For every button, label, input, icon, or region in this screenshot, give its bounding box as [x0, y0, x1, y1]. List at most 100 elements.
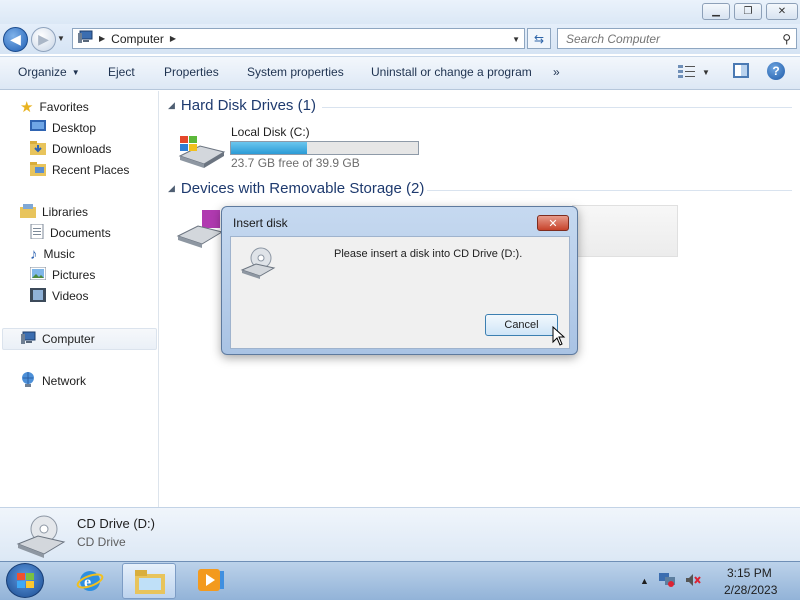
nav-pictures-label: Pictures — [52, 268, 96, 282]
hard-drive-windows-icon — [176, 134, 226, 173]
nav-music[interactable]: ♪ Music — [30, 244, 75, 264]
breadcrumb-arrow-icon[interactable]: ▶ — [170, 34, 176, 43]
cd-drive-d-item-selected[interactable] — [572, 205, 678, 257]
nav-recent-places[interactable]: Recent Places — [30, 160, 129, 180]
help-button[interactable]: ? — [767, 62, 785, 80]
back-arrow-icon: ◀ — [10, 31, 21, 47]
show-hidden-icons-icon[interactable]: ▲ — [640, 576, 649, 586]
nav-libraries-label: Libraries — [42, 205, 89, 219]
downloads-folder-icon — [30, 140, 46, 158]
nav-desktop[interactable]: Desktop — [30, 118, 96, 138]
computer-icon — [20, 331, 36, 348]
search-box[interactable]: ⚲ — [557, 28, 797, 49]
star-icon: ★ — [20, 99, 34, 116]
system-properties-button[interactable]: System properties — [247, 63, 344, 81]
dialog-message: Please insert a disk into CD Drive (D:). — [334, 248, 523, 260]
clock-date[interactable]: 2/28/2023 — [724, 583, 777, 597]
recent-places-icon — [30, 161, 46, 179]
forward-button[interactable]: ▶ — [31, 27, 56, 52]
preview-pane-button[interactable] — [733, 63, 749, 78]
network-icon — [20, 372, 36, 390]
volume-muted-icon[interactable] — [685, 573, 701, 590]
close-icon: ✕ — [548, 217, 558, 230]
details-item-name: CD Drive (D:) — [77, 516, 155, 531]
mouse-cursor-icon — [552, 325, 566, 349]
taskbar-media-player[interactable] — [184, 563, 238, 599]
nav-videos[interactable]: Videos — [30, 286, 88, 306]
nav-desktop-label: Desktop — [52, 121, 97, 135]
windows-logo-icon — [17, 573, 35, 592]
restore-button[interactable]: ❐ — [734, 3, 762, 20]
collapse-arrow-icon: ◢ — [168, 183, 175, 193]
cancel-button[interactable]: Cancel — [485, 314, 558, 336]
videos-icon — [30, 287, 46, 305]
eject-button[interactable]: Eject — [108, 63, 135, 81]
details-item-type: CD Drive — [77, 535, 126, 549]
removable-storage-group-header[interactable]: ◢ Devices with Removable Storage (2) — [168, 180, 424, 197]
notification-area: ▲ — [640, 564, 701, 598]
insert-disk-dialog: Insert disk ✕ Please insert a disk into … — [221, 206, 578, 355]
documents-icon — [30, 223, 44, 242]
details-pane: CD Drive (D:) CD Drive — [0, 507, 800, 561]
change-view-button[interactable]: ▼ — [678, 62, 714, 82]
address-dropdown-icon[interactable]: ▼ — [512, 35, 520, 44]
computer-icon — [77, 30, 93, 47]
back-button[interactable]: ◀ — [3, 27, 28, 52]
organize-button[interactable]: Organize ▼ — [18, 63, 80, 81]
organize-label: Organize — [18, 65, 67, 79]
refresh-icon: ⇆ — [533, 31, 545, 46]
nav-downloads[interactable]: Downloads — [30, 139, 111, 159]
search-input[interactable] — [566, 31, 766, 46]
nav-documents-label: Documents — [50, 226, 111, 240]
breadcrumb-computer[interactable]: Computer — [111, 32, 164, 46]
drive-c-usage-fill — [231, 142, 307, 154]
cd-drive-icon — [240, 246, 276, 283]
local-disk-c-item[interactable]: Local Disk (C:) 23.7 GB free of 39.9 GB — [176, 122, 426, 172]
window-frame-top — [0, 0, 800, 24]
nav-favorites-label: Favorites — [39, 100, 89, 114]
chevron-down-icon: ▼ — [702, 67, 710, 77]
desktop-icon — [30, 120, 46, 136]
refresh-button[interactable]: ⇆ — [527, 28, 551, 49]
recent-pages-button[interactable]: ▼ — [57, 34, 65, 43]
chevron-down-icon: ▼ — [71, 67, 80, 77]
group-divider — [427, 190, 792, 191]
properties-button[interactable]: Properties — [164, 63, 219, 81]
floppy-drive-icon — [176, 210, 224, 255]
floppy-drive-item[interactable] — [176, 208, 224, 255]
nav-computer[interactable]: Computer — [20, 329, 95, 349]
nav-downloads-label: Downloads — [52, 142, 112, 156]
start-button[interactable] — [6, 563, 44, 598]
collapse-arrow-icon: ◢ — [168, 100, 175, 110]
window-close-button[interactable]: ✕ — [766, 3, 798, 20]
nav-pictures[interactable]: Pictures — [29, 265, 96, 285]
search-icon[interactable]: ⚲ — [782, 32, 791, 46]
address-bar[interactable]: ▶ Computer ▶ ▼ — [72, 28, 525, 49]
nav-favorites[interactable]: ★ Favorites — [20, 97, 89, 117]
forward-arrow-icon: ▶ — [38, 31, 49, 47]
uninstall-program-button[interactable]: Uninstall or change a program — [371, 63, 532, 81]
view-list-icon — [678, 64, 696, 81]
libraries-icon — [20, 203, 36, 221]
nav-documents[interactable]: Documents — [30, 223, 111, 243]
minimize-button[interactable]: ▁ — [702, 3, 730, 20]
breadcrumb-arrow-icon[interactable]: ▶ — [99, 34, 105, 43]
group-divider — [322, 107, 792, 108]
taskbar-windows-explorer[interactable] — [122, 563, 176, 599]
hard-disk-drives-group-header[interactable]: ◢ Hard Disk Drives (1) — [168, 97, 316, 114]
network-status-icon[interactable] — [658, 572, 675, 590]
clock-time[interactable]: 3:15 PM — [727, 566, 772, 580]
nav-network[interactable]: Network — [20, 371, 86, 391]
nav-network-label: Network — [42, 374, 87, 388]
nav-recent-places-label: Recent Places — [52, 163, 130, 177]
nav-libraries[interactable]: Libraries — [20, 202, 88, 222]
dialog-body: Please insert a disk into CD Drive (D:).… — [230, 236, 570, 349]
nav-computer-label: Computer — [42, 332, 95, 346]
removable-group-label: Devices with Removable Storage (2) — [180, 180, 425, 197]
taskbar-internet-explorer[interactable]: e — [64, 563, 118, 599]
dialog-close-button[interactable]: ✕ — [537, 215, 569, 231]
drive-c-usage-bar — [230, 141, 419, 155]
folder-icon — [135, 570, 165, 597]
more-commands-button[interactable]: » — [553, 63, 560, 81]
dialog-title: Insert disk — [233, 216, 288, 230]
